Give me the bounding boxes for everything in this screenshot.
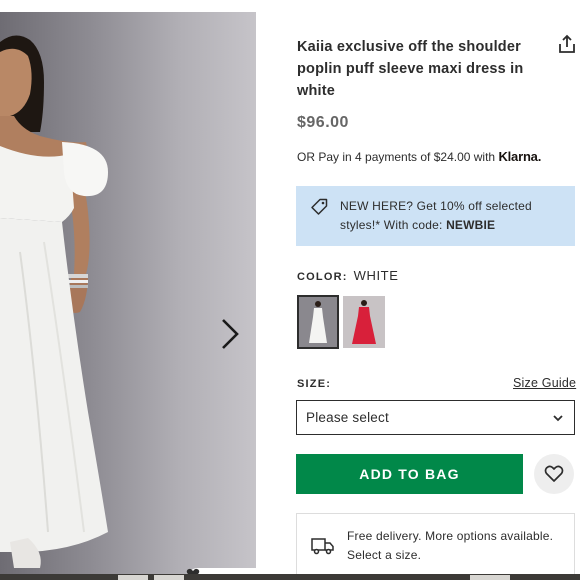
color-value: WHITE [353,268,399,283]
heart-icon [544,465,564,482]
share-button[interactable] [557,34,577,54]
klarna-logo: Klarna. [498,149,542,164]
swatch-white-thumbnail [299,297,337,347]
tag-icon [311,198,328,215]
save-for-later-button[interactable] [534,454,574,494]
size-dropdown[interactable]: Please select [296,400,575,435]
delivery-info: Free delivery. More options available. S… [296,513,575,580]
klarna-text: OR Pay in 4 payments of $24.00 with [297,150,496,164]
delivery-text: Free delivery. More options available. S… [347,529,554,562]
color-swatch-red[interactable] [343,296,385,348]
size-label: SIZE: [297,378,332,390]
color-swatch-white[interactable] [297,295,339,349]
chevron-down-icon [553,415,563,422]
size-guide-link[interactable]: Size Guide [513,376,576,390]
truck-icon [311,538,334,555]
product-price: $96.00 [297,114,349,131]
color-selector: COLOR: WHITE [297,268,398,283]
promo-banner: NEW HERE? Get 10% off selected styles!* … [296,186,575,246]
swatch-red-thumbnail [343,296,385,348]
add-to-bag-button[interactable]: ADD TO BAG [296,454,523,494]
promo-message: NEW HERE? Get 10% off selected styles!* … [340,199,532,232]
share-icon [559,34,575,53]
model-photo [0,35,108,568]
size-select-value: Please select [306,410,389,425]
taskbar-strip [0,574,580,580]
klarna-installments: OR Pay in 4 payments of $24.00 with Klar… [297,149,541,164]
chevron-right-icon [222,319,239,349]
color-label: COLOR: [297,271,348,283]
promo-text: NEW HERE? Get 10% off selected styles!* … [340,197,563,235]
product-title: Kaiia exclusive off the shoulder poplin … [297,39,524,99]
next-image-button[interactable] [214,312,246,356]
promo-code: NEWBIE [446,218,496,232]
product-image[interactable]: 2K [0,12,256,580]
